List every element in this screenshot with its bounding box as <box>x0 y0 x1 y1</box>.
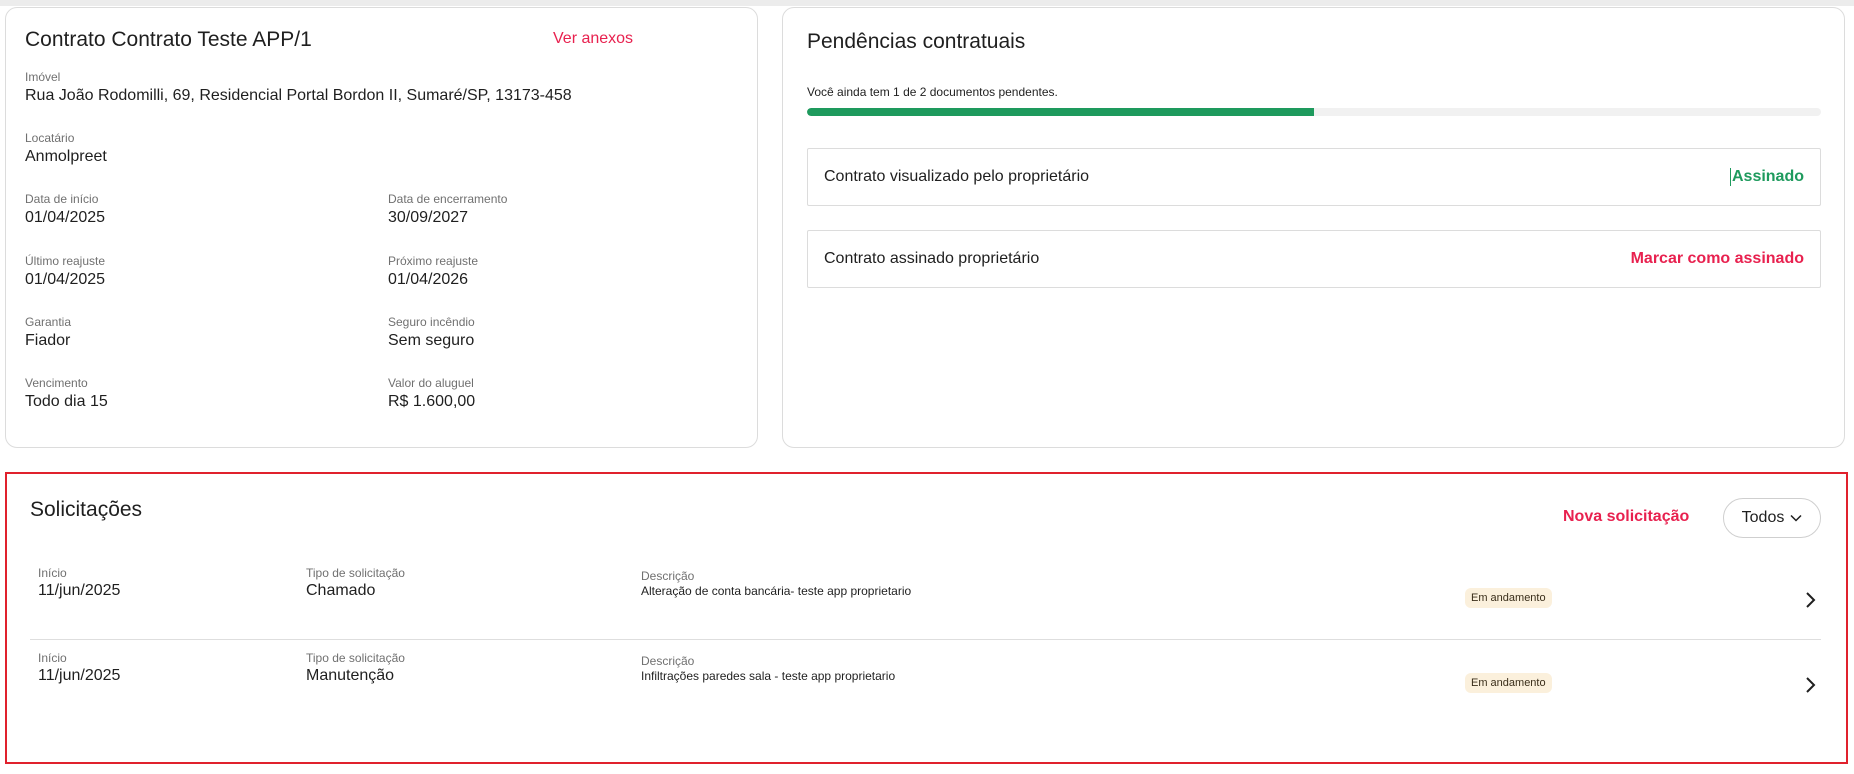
next-adjust-value: 01/04/2026 <box>388 271 469 288</box>
guarantee-field: Garantia Fiador <box>25 314 71 352</box>
request-start-value: 11/jun/2025 <box>38 667 121 684</box>
request-start-label: Início <box>38 651 67 665</box>
guarantee-label: Garantia <box>25 315 72 329</box>
pending-item-name: Contrato visualizado pelo proprietário <box>824 168 1090 185</box>
property-value: Rua João Rodomilli, 69, Residencial Port… <box>25 87 572 104</box>
top-divider <box>0 0 1854 6</box>
chevron-right-icon[interactable] <box>1800 590 1820 610</box>
due-label: Vencimento <box>25 376 88 390</box>
tenant-label: Locatário <box>25 131 75 145</box>
insurance-field: Seguro incêndio Sem seguro <box>388 314 475 352</box>
last-adjust-value: 01/04/2025 <box>25 271 106 288</box>
request-row[interactable]: Início 11/jun/2025 Tipo de solicitação C… <box>30 556 1821 640</box>
request-description: Descrição Infiltrações paredes sala - te… <box>641 654 895 684</box>
request-type-value: Manutenção <box>306 667 395 684</box>
pending-progress-fill <box>807 108 1314 116</box>
tenant-value: Anmolpreet <box>25 148 107 165</box>
rent-value: R$ 1.600,00 <box>388 393 476 410</box>
chevron-right-icon[interactable] <box>1800 675 1820 695</box>
tenant-field: Locatário Anmolpreet <box>25 130 107 168</box>
end-date-value: 30/09/2027 <box>388 209 469 226</box>
request-description: Descrição Alteração de conta bancária- t… <box>641 569 911 599</box>
insurance-value: Sem seguro <box>388 332 475 349</box>
rent-label: Valor do aluguel <box>388 376 474 390</box>
new-request-button[interactable]: Nova solicitação <box>1563 508 1689 526</box>
due-value: Todo dia 15 <box>25 393 108 410</box>
pending-item-signed: Contrato assinado proprietário Marcar co… <box>807 230 1821 288</box>
request-type: Tipo de solicitação Chamado <box>306 566 405 601</box>
insurance-label: Seguro incêndio <box>388 315 475 329</box>
guarantee-value: Fiador <box>25 332 71 349</box>
status-badge: Em andamento <box>1465 588 1552 608</box>
due-field: Vencimento Todo dia 15 <box>25 375 108 413</box>
filter-dropdown[interactable]: Todos <box>1723 498 1821 538</box>
status-badge: Em andamento <box>1465 673 1552 693</box>
request-start: Início 11/jun/2025 <box>38 566 120 601</box>
pending-title: Pendências contratuais <box>807 30 1026 53</box>
request-type-label: Tipo de solicitação <box>306 566 405 580</box>
request-description-value: Alteração de conta bancária- teste app p… <box>641 584 912 598</box>
view-attachments-link[interactable]: Ver anexos <box>553 30 633 48</box>
property-field: Imóvel Rua João Rodomilli, 69, Residenci… <box>25 69 572 107</box>
pending-progress-bar <box>807 108 1821 116</box>
last-adjust-field: Último reajuste 01/04/2025 <box>25 253 105 291</box>
pending-card: Pendências contratuais Você ainda tem 1 … <box>782 7 1845 448</box>
contract-card: Contrato Contrato Teste APP/1 Ver anexos… <box>5 7 758 448</box>
pending-summary: Você ainda tem 1 de 2 documentos pendent… <box>807 85 1058 99</box>
request-start-value: 11/jun/2025 <box>38 582 121 599</box>
request-type-value: Chamado <box>306 582 376 599</box>
start-date-field: Data de início 01/04/2025 <box>25 191 105 229</box>
chevron-down-icon <box>1790 514 1802 522</box>
pending-item-viewed: Contrato visualizado pelo proprietário A… <box>807 148 1821 206</box>
request-description-label: Descrição <box>641 569 695 583</box>
property-label: Imóvel <box>25 70 61 84</box>
request-type: Tipo de solicitação Manutenção <box>306 651 405 686</box>
next-adjust-field: Próximo reajuste 01/04/2026 <box>388 253 478 291</box>
request-row[interactable]: Início 11/jun/2025 Tipo de solicitação M… <box>30 641 1821 725</box>
next-adjust-label: Próximo reajuste <box>388 254 479 268</box>
contract-title: Contrato Contrato Teste APP/1 <box>25 28 312 51</box>
start-date-label: Data de início <box>25 192 99 206</box>
end-date-label: Data de encerramento <box>388 192 508 206</box>
signed-status: Assinado <box>1729 168 1804 186</box>
end-date-field: Data de encerramento 30/09/2027 <box>388 191 507 229</box>
request-start-label: Início <box>38 566 67 580</box>
last-adjust-label: Último reajuste <box>25 254 106 268</box>
request-description-label: Descrição <box>641 654 695 668</box>
rent-field: Valor do aluguel R$ 1.600,00 <box>388 375 475 413</box>
requests-title: Solicitações <box>30 498 143 521</box>
request-type-label: Tipo de solicitação <box>306 651 405 665</box>
pending-item-name: Contrato assinado proprietário <box>824 250 1040 267</box>
requests-section: Solicitações Nova solicitação Todos Iníc… <box>5 472 1848 764</box>
mark-as-signed-button[interactable]: Marcar como assinado <box>1631 250 1804 268</box>
start-date-value: 01/04/2025 <box>25 209 106 226</box>
filter-label: Todos <box>1741 509 1785 526</box>
request-description-value: Infiltrações paredes sala - teste app pr… <box>641 669 896 683</box>
request-start: Início 11/jun/2025 <box>38 651 120 686</box>
